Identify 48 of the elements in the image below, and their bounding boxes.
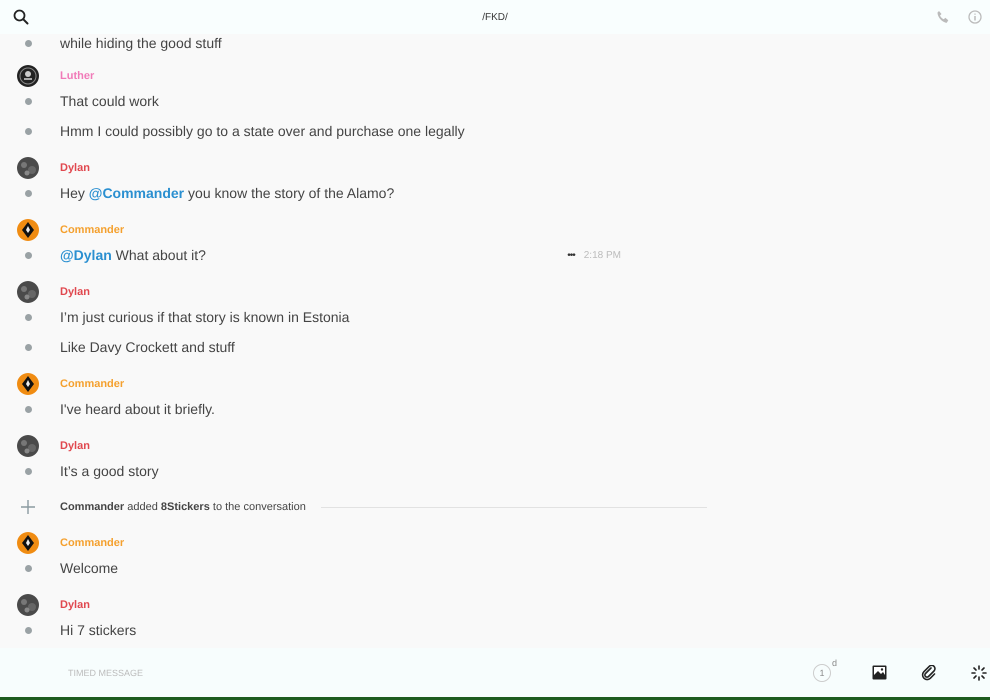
author-name[interactable]: Commander xyxy=(60,537,124,549)
status-dot xyxy=(25,190,32,196)
message-text: I’m just curious if that story is known in Estonia xyxy=(60,309,350,325)
message-text: Welcome xyxy=(60,560,118,576)
message-text: Hey @Commander you know the story of the Alamo? xyxy=(60,185,394,201)
avatar-icon[interactable] xyxy=(17,65,39,87)
status-dot xyxy=(25,344,32,350)
search-icon[interactable] xyxy=(13,9,29,25)
author-name[interactable]: Dylan xyxy=(60,162,90,174)
message-text: @Dylan What about it? xyxy=(60,247,206,263)
message-time: 2:18 PM xyxy=(584,250,621,260)
status-dot xyxy=(25,98,32,104)
avatar-icon[interactable] xyxy=(17,435,39,457)
author-name[interactable]: Commander xyxy=(60,378,124,390)
avatar-icon[interactable] xyxy=(17,219,39,241)
status-dot xyxy=(25,252,32,258)
status-dot xyxy=(25,314,32,320)
more-options[interactable]: ••• xyxy=(567,250,575,260)
message-text: Hmm I could possibly go to a state over and purchase one legally xyxy=(60,123,465,139)
status-dot xyxy=(25,128,32,134)
author-name[interactable]: Dylan xyxy=(60,599,90,611)
plus-icon xyxy=(21,500,35,514)
avatar-icon[interactable] xyxy=(17,373,39,395)
author-name[interactable]: Commander xyxy=(60,224,124,236)
sparkle-icon[interactable] xyxy=(971,664,987,680)
status-dot xyxy=(25,406,32,412)
status-dot xyxy=(25,626,32,634)
message-text: Like Davy Crockett and stuff xyxy=(60,339,235,355)
message-field[interactable]: TIMED MESSAGE xyxy=(60,664,476,682)
author-name[interactable]: Dylan xyxy=(60,286,90,298)
author-name[interactable]: Dylan xyxy=(60,440,90,452)
message-text: That could work xyxy=(60,93,159,109)
message-text: It’s a good story xyxy=(60,463,159,479)
status-dot xyxy=(25,468,32,474)
avatar-icon[interactable] xyxy=(17,281,39,303)
status-dot xyxy=(25,564,32,572)
event-text: Commander added 8Stickers to the conversation xyxy=(60,501,306,513)
status-dot xyxy=(25,40,32,46)
conversation-title: /FKD/ xyxy=(482,12,508,22)
avatar-icon[interactable] xyxy=(17,532,39,554)
avatar-icon[interactable] xyxy=(17,157,39,179)
avatar-icon[interactable] xyxy=(17,594,39,616)
paperclip-icon[interactable] xyxy=(921,664,937,680)
message-text: I've heard about it briefly. xyxy=(60,401,215,417)
author-name[interactable]: Luther xyxy=(60,70,94,82)
message-text: while hiding the good stuff xyxy=(60,35,222,51)
message-text: Hi 7 stickers xyxy=(60,622,136,638)
image-icon[interactable] xyxy=(872,665,887,680)
